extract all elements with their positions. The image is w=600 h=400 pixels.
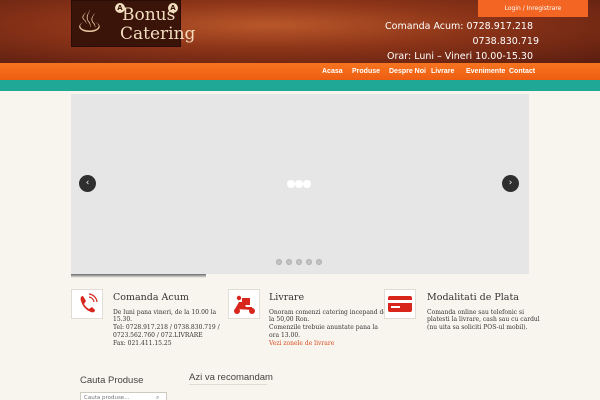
sidebar-title: Cauta Produse	[80, 375, 144, 386]
delivery-zones-link[interactable]: Vezi zonele de livrare	[269, 340, 334, 347]
opening-hours: Orar: Luni – Vineri 10.00-15.30	[387, 51, 533, 62]
slider-dot[interactable]	[276, 259, 282, 265]
scooter-icon	[228, 289, 260, 319]
info-text: ora 13.00.	[269, 332, 301, 339]
search-icon[interactable]: ⌕	[156, 394, 159, 400]
loading-dot	[303, 180, 311, 188]
order-phone: Comanda Acum: 0728.917.218	[385, 21, 533, 32]
info-title-payment: Modalitati de Plata	[427, 292, 519, 303]
nav-item-despre-noi[interactable]: Despre Noi	[389, 63, 426, 80]
slider-dot[interactable]	[306, 259, 312, 265]
info-text: la 50,00 Ron.	[269, 316, 310, 323]
info-title-order: Comanda Acum	[113, 292, 189, 303]
info-text: Comenzile trebuie anuntate pana la	[269, 324, 378, 331]
nav-item-produse[interactable]: Produse	[352, 63, 380, 80]
accent-strip	[0, 80, 600, 91]
info-text: Tel: 0728.917.218 / 0738.830.719 /	[113, 324, 220, 331]
slider-dot[interactable]	[296, 259, 302, 265]
card-icon	[384, 289, 416, 319]
slider-dot[interactable]	[286, 259, 292, 265]
second-phone: 0738.830.719	[472, 36, 539, 47]
loading-dot	[295, 180, 303, 188]
info-text: Fax: 021.411.15.25	[113, 340, 172, 347]
recommend-title: Azi va recomandam	[189, 372, 273, 383]
logo[interactable]: ♨ A A Bonus Catering	[71, 0, 195, 47]
chef-logo-icon: ♨	[76, 5, 103, 40]
logo-text-line2: Catering	[120, 24, 196, 44]
slider-dot[interactable]	[316, 259, 322, 265]
logo-text-line1: Bonus	[122, 5, 176, 25]
slider-shadow	[71, 274, 206, 278]
info-text: platesti la livrare, cash sau cu cardul	[427, 316, 540, 323]
nav-item-evenimente[interactable]: Evenimente	[466, 63, 505, 80]
info-text: 0723.562.760 / 072.LIVRARE	[113, 332, 203, 339]
chevron-right-icon[interactable]: ›	[502, 175, 519, 192]
loading-dot	[287, 180, 295, 188]
divider	[189, 384, 267, 385]
info-text: (nu uita sa soliciti POS-ul mobil).	[427, 324, 528, 331]
search-input[interactable]	[80, 392, 167, 400]
nav-item-acasa[interactable]: Acasa	[322, 63, 343, 80]
info-title-delivery: Livrare	[269, 292, 305, 303]
info-text: 15.30.	[113, 316, 133, 323]
login-button[interactable]: Login / Inregistrare	[478, 0, 588, 17]
nav-item-livrare[interactable]: Livrare	[431, 63, 454, 80]
site-header: ♨ A A Bonus Catering Login / Inregistrar…	[0, 0, 600, 63]
main-nav: Acasa Produse Despre Noi Livrare Evenime…	[0, 63, 600, 80]
nav-item-contact[interactable]: Contact	[509, 63, 535, 80]
phone-icon	[71, 289, 103, 319]
chevron-left-icon[interactable]: ‹	[79, 175, 96, 192]
